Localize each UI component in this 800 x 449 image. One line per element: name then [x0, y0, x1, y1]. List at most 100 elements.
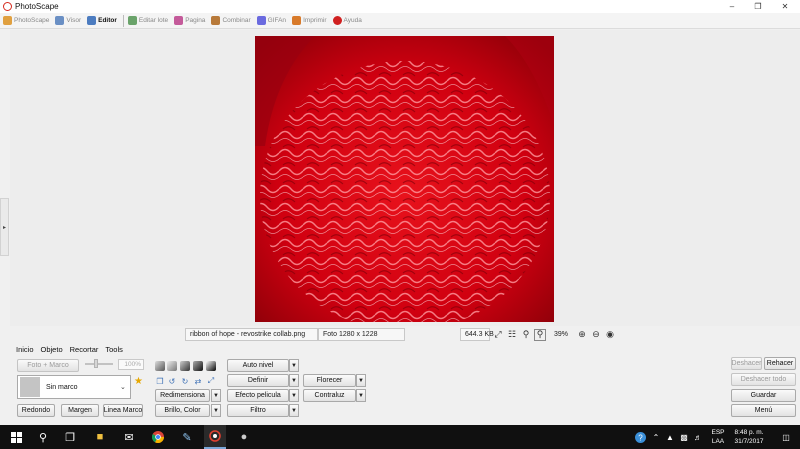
- contrast-icon[interactable]: [206, 361, 216, 371]
- backlight-button[interactable]: Contraluz: [303, 389, 356, 402]
- tab-ayuda[interactable]: Ayuda: [332, 16, 362, 25]
- auto-level-dropdown-arrow[interactable]: ▼: [289, 359, 299, 372]
- undo-all-button[interactable]: Deshacer todo: [731, 373, 796, 386]
- sharpen-button[interactable]: Definir: [227, 374, 289, 387]
- tab-tools[interactable]: Tools: [105, 345, 123, 354]
- frame-preview: [20, 377, 40, 397]
- minimize-icon[interactable]: –: [719, 0, 745, 13]
- tab-divider: [122, 14, 124, 27]
- tab-combinar[interactable]: Combinar: [211, 16, 251, 25]
- rotate-left-icon[interactable]: ↺: [167, 376, 177, 386]
- resize-dropdown-arrow[interactable]: ▼: [211, 389, 221, 402]
- margin-button[interactable]: Margen: [61, 404, 99, 417]
- restore-icon[interactable]: ❐: [745, 0, 771, 13]
- stamp-icon[interactable]: [155, 361, 165, 371]
- auto-level-button[interactable]: Auto nivel: [227, 359, 289, 372]
- fit-window-icon[interactable]: ⤢: [492, 329, 504, 341]
- info-icon[interactable]: ◉: [604, 329, 616, 341]
- tab-editor[interactable]: Editor: [87, 16, 117, 25]
- brightness-dropdown-arrow[interactable]: ▼: [211, 404, 221, 417]
- resize-arrows-icon[interactable]: ⤢: [206, 376, 216, 386]
- side-panel-toggle[interactable]: ▸: [0, 198, 9, 256]
- file-explorer-icon[interactable]: ■: [89, 425, 111, 449]
- notepad-icon[interactable]: ✎: [176, 425, 198, 449]
- bloom-button[interactable]: Florecer: [303, 374, 356, 387]
- clock-date: 31/7/2017: [734, 438, 764, 445]
- tab-recortar[interactable]: Recortar: [70, 345, 99, 354]
- windows-taskbar: ⚲ ❐ ■ ✉ ✎ ● ? ⌃ ▲ ▩ ♬ ◫: [0, 425, 800, 449]
- film-effect-button[interactable]: Efecto pelicula: [227, 389, 289, 402]
- save-button[interactable]: Guardar: [731, 389, 796, 402]
- print-icon: [292, 16, 302, 25]
- frame-percent-input[interactable]: 100%: [118, 359, 144, 370]
- undo-button[interactable]: Deshacer: [731, 357, 762, 370]
- favorite-star-icon[interactable]: ★: [134, 376, 143, 387]
- close-icon[interactable]: ✕: [772, 0, 798, 13]
- brightness-color-button[interactable]: Brillo, Color: [155, 404, 210, 417]
- paint-icon[interactable]: [167, 361, 177, 371]
- status-filename: ribbon of hope - revostrike collab.png: [185, 328, 318, 341]
- editor-icon: [87, 16, 97, 25]
- rotate-right-icon[interactable]: ↻: [180, 376, 190, 386]
- backlight-dropdown-arrow[interactable]: ▼: [356, 389, 366, 402]
- frame-slider-knob[interactable]: [94, 359, 98, 368]
- sharpen-dropdown-arrow[interactable]: ▼: [289, 374, 299, 387]
- frame-selected-label: Sin marco: [46, 383, 78, 391]
- battery-icon[interactable]: ▩: [678, 425, 690, 449]
- bloom-dropdown-arrow[interactable]: ▼: [356, 374, 366, 387]
- menu-button[interactable]: Menú: [731, 404, 796, 417]
- frame-line-button[interactable]: Linea Marco: [103, 404, 143, 417]
- task-view-icon[interactable]: ❐: [59, 425, 81, 449]
- rounded-button[interactable]: Redondo: [17, 404, 55, 417]
- filter-dropdown-arrow[interactable]: ▼: [289, 404, 299, 417]
- notifications-icon[interactable]: ◫: [778, 425, 794, 449]
- tool-tabs: Inicio Objeto Recortar Tools: [16, 345, 130, 354]
- shadow-icon[interactable]: [180, 361, 190, 371]
- tab-photoscape[interactable]: PhotoScape: [3, 16, 49, 25]
- tab-inicio[interactable]: Inicio: [16, 345, 34, 354]
- language-line2: LAA: [711, 438, 725, 445]
- language-indicator[interactable]: ESP LAA: [708, 428, 728, 446]
- tab-editar-lote[interactable]: Editar lote: [127, 16, 168, 25]
- volume-icon[interactable]: ♬: [692, 425, 704, 449]
- taskbar-clock[interactable]: 8:48 p. m. 31/7/2017: [731, 428, 767, 446]
- viewer-icon: [55, 16, 65, 25]
- language-line1: ESP: [711, 429, 725, 436]
- tab-imprimir[interactable]: Imprimir: [292, 16, 327, 25]
- photoscape-taskbar-icon[interactable]: [204, 425, 226, 449]
- window-title: PhotoScape: [15, 2, 59, 11]
- title-bar: PhotoScape – ❐ ✕: [0, 0, 800, 13]
- frame-slider-track[interactable]: [85, 363, 113, 365]
- copy-icon[interactable]: ❐: [155, 376, 165, 386]
- tab-gifan[interactable]: GIFAn: [256, 16, 286, 25]
- photoscape-icon: [3, 16, 12, 25]
- filter-button[interactable]: Filtro: [227, 404, 289, 417]
- film-effect-dropdown-arrow[interactable]: ▼: [289, 389, 299, 402]
- flip-icon[interactable]: ⇄: [193, 376, 203, 386]
- combine-icon: [211, 16, 221, 25]
- zoom-fit-icon[interactable]: ⚲: [520, 329, 532, 341]
- chrome-icon[interactable]: [147, 425, 169, 449]
- batch-icon: [127, 16, 137, 25]
- mail-icon[interactable]: ✉: [118, 425, 140, 449]
- wifi-icon[interactable]: ▲: [664, 425, 676, 449]
- edited-photo[interactable]: [255, 36, 554, 322]
- zoom-out-icon[interactable]: ⊖: [590, 329, 602, 341]
- photo-frame-button[interactable]: Foto + Marco: [17, 359, 79, 372]
- dark-icon[interactable]: [193, 361, 203, 371]
- chevron-up-icon[interactable]: ⌃: [650, 425, 662, 449]
- redo-button[interactable]: Rehacer: [764, 357, 796, 370]
- frame-dropdown[interactable]: Sin marco ⌄: [17, 375, 131, 399]
- tab-pagina[interactable]: Pagina: [174, 16, 205, 25]
- paint-icon[interactable]: ●: [233, 425, 255, 449]
- tab-visor[interactable]: Visor: [55, 16, 81, 25]
- zoom-selected-icon[interactable]: ⚲: [534, 328, 546, 341]
- zoom-actual-icon[interactable]: ☷: [506, 329, 518, 341]
- zoom-in-icon[interactable]: ⊕: [576, 329, 588, 341]
- search-icon[interactable]: ⚲: [32, 425, 54, 449]
- windows-start-icon[interactable]: [5, 425, 27, 449]
- resize-button[interactable]: Redimensiona: [155, 389, 210, 402]
- help-tray-icon[interactable]: ?: [633, 425, 647, 449]
- tab-objeto[interactable]: Objeto: [41, 345, 63, 354]
- tab-label: Imprimir: [303, 17, 327, 24]
